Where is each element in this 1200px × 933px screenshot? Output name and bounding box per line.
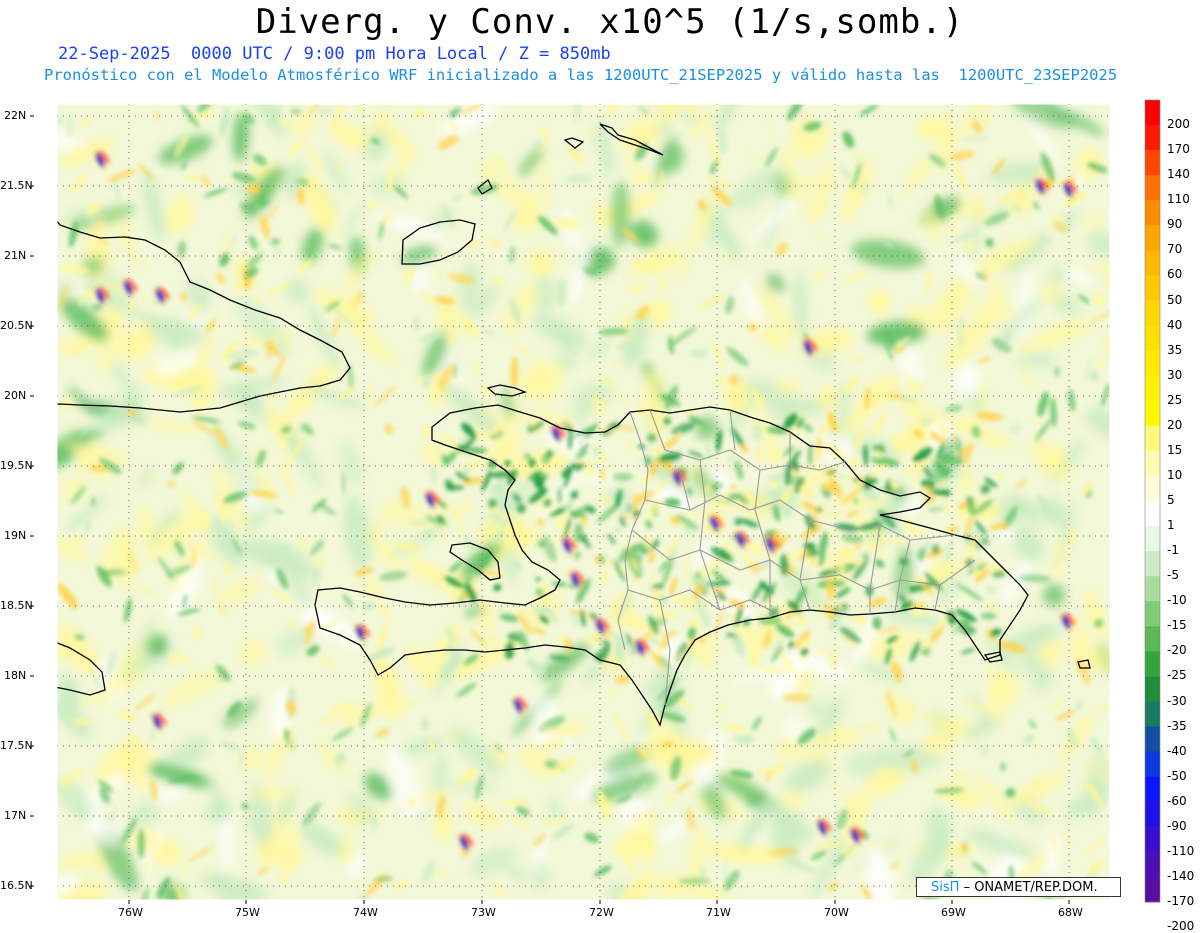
colorbar-swatch	[1145, 526, 1160, 552]
colorbar-swatch	[1145, 751, 1160, 778]
colorbar-label: 25	[1167, 392, 1183, 407]
lat-label: 17.5N	[0, 739, 33, 752]
colorbar-label: -140	[1167, 868, 1195, 883]
colorbar-swatch	[1145, 450, 1160, 477]
field-patch	[138, 770, 146, 796]
colorbar-label: -90	[1167, 818, 1187, 833]
colorbar-swatch	[1145, 225, 1160, 251]
lat-label: 17N	[4, 809, 27, 822]
colorbar-swatch	[1145, 325, 1160, 352]
colorbar-swatch	[1145, 100, 1160, 126]
field-patch	[1049, 215, 1069, 221]
colorbar-label: -15	[1167, 618, 1187, 633]
lon-label: 68W	[1058, 906, 1083, 919]
colorbar-swatch	[1145, 801, 1160, 828]
colorbar-label: 70	[1167, 242, 1183, 257]
colorbar-label: -20	[1167, 643, 1187, 658]
colorbar-label: -30	[1167, 693, 1187, 708]
colorbar-swatch	[1145, 701, 1160, 728]
colorbar-label: 35	[1167, 342, 1183, 357]
colorbar-swatch	[1145, 125, 1160, 151]
colorbar-label: -10	[1167, 593, 1187, 608]
colorbar-swatch	[1145, 425, 1160, 452]
colorbar-label: 40	[1167, 317, 1183, 332]
colorbar-swatch	[1145, 250, 1160, 276]
lon-label: 75W	[235, 906, 260, 919]
colorbar-label: 90	[1167, 217, 1183, 232]
colorbar-swatch	[1145, 350, 1160, 377]
lon-label: 71W	[706, 906, 731, 919]
colorbar-label: -110	[1167, 843, 1195, 858]
credit-text: – ONAMET/REP.DOM.	[963, 880, 1098, 895]
colorbar-label: 30	[1167, 367, 1183, 382]
colorbar-swatch	[1145, 826, 1160, 853]
colorbar-swatch	[1145, 275, 1160, 301]
colorbar	[1144, 99, 1161, 903]
lon-label: 74W	[353, 906, 378, 919]
lat-label: 20N	[4, 389, 27, 402]
lat-label: 18.5N	[0, 599, 33, 612]
colorbar-swatch	[1145, 375, 1160, 402]
colorbar-label: -200	[1167, 919, 1195, 933]
colorbar-label: 20	[1167, 417, 1183, 432]
colorbar-label: 110	[1167, 192, 1190, 207]
lat-label: 16.5N	[0, 879, 33, 892]
colorbar-label: -60	[1167, 793, 1187, 808]
lat-label: 21.5N	[0, 179, 33, 192]
lon-label: 76W	[118, 906, 143, 919]
colorbar-label: -1	[1167, 543, 1179, 558]
colorbar-swatch	[1145, 851, 1160, 878]
field-patch	[729, 374, 739, 386]
lat-label: 19N	[4, 529, 27, 542]
colorbar-swatch	[1145, 651, 1160, 677]
field-patch	[822, 483, 839, 491]
colorbar-label: 140	[1167, 167, 1190, 182]
colorbar-label: -25	[1167, 668, 1187, 683]
colorbar-label: 15	[1167, 442, 1183, 457]
colorbar-label: 10	[1167, 467, 1183, 482]
lat-label: 20.5N	[0, 319, 33, 332]
colorbar-swatch	[1145, 175, 1160, 201]
colorbar-label: 170	[1167, 142, 1190, 157]
colorbar-swatch	[1145, 501, 1160, 527]
colorbar-label: 1	[1167, 518, 1175, 533]
lon-label: 69W	[941, 906, 966, 919]
colorbar-label: -40	[1167, 743, 1187, 758]
colorbar-swatch	[1145, 400, 1160, 427]
colorbar-label: -170	[1167, 894, 1195, 908]
colorbar-swatch	[1145, 876, 1160, 903]
lat-label: 21N	[4, 249, 27, 262]
colorbar-swatch	[1145, 551, 1160, 577]
colorbar-label: 200	[1167, 117, 1190, 132]
lat-label: 18N	[4, 669, 27, 682]
colorbar-label: 50	[1167, 292, 1183, 307]
sisp-logo: SisΠ	[931, 880, 960, 895]
colorbar-swatch	[1145, 576, 1160, 602]
credit-box: SisΠ – ONAMET/REP.DOM.	[916, 877, 1121, 897]
colorbar-swatch	[1145, 300, 1160, 327]
colorbar-label: 5	[1167, 493, 1175, 507]
colorbar-swatch	[1145, 150, 1160, 176]
field-patch	[515, 413, 570, 423]
colorbar-label: -35	[1167, 718, 1187, 733]
lon-label: 70W	[824, 906, 849, 919]
field-patch	[659, 169, 665, 189]
colorbar-swatch	[1145, 626, 1160, 652]
colorbar-swatch	[1145, 676, 1160, 702]
colorbar-swatch	[1145, 726, 1160, 753]
lon-label: 72W	[589, 906, 614, 919]
colorbar-label: 60	[1167, 267, 1183, 282]
colorbar-label: -5	[1167, 568, 1179, 583]
lat-label: 22N	[4, 109, 27, 122]
colorbar-label: -50	[1167, 768, 1187, 783]
colorbar-swatch	[1145, 200, 1160, 226]
colorbar-swatch	[1145, 475, 1160, 502]
colorbar-swatch	[1145, 601, 1160, 627]
divergence-map	[30, 99, 1161, 904]
map-field-layer	[57, 104, 1110, 900]
colorbar-swatch	[1145, 776, 1160, 803]
lat-label: 19.5N	[0, 459, 33, 472]
lon-label: 73W	[471, 906, 496, 919]
